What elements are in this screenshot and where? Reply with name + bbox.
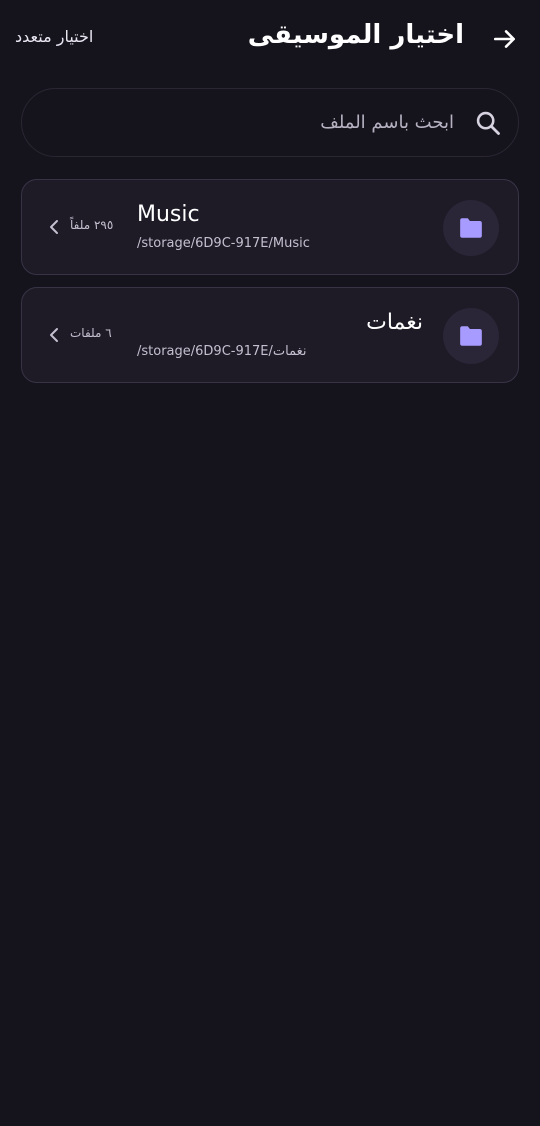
folder-name: Music: [137, 202, 200, 227]
folder-path: /storage/6D9C-917E/Music: [137, 236, 310, 251]
folder-list: Music /storage/6D9C-917E/Music ٢٩٥ ملفاً…: [21, 179, 519, 395]
folder-path: /storage/6D9C-917E/نغمات: [137, 344, 307, 359]
file-count: ٦ ملفات: [70, 326, 112, 340]
search-icon: [476, 111, 500, 135]
folder-avatar: [443, 308, 499, 364]
arrow-right-icon: [493, 30, 515, 48]
music-picker-screen: اختيار الموسيقى اختيار متعدد Music /stor…: [0, 0, 540, 1126]
folder-item-music[interactable]: Music /storage/6D9C-917E/Music ٢٩٥ ملفاً: [21, 179, 519, 275]
folder-icon: [460, 218, 482, 238]
folder-icon: [460, 326, 482, 346]
multi-select-button[interactable]: اختيار متعدد: [15, 27, 93, 46]
chevron-left-icon: [50, 220, 58, 234]
page-title: اختيار الموسيقى: [247, 20, 464, 50]
back-button[interactable]: [488, 22, 522, 56]
chevron-left-icon: [50, 328, 58, 342]
search-input[interactable]: [54, 89, 454, 156]
folder-avatar: [443, 200, 499, 256]
search-bar[interactable]: [21, 88, 519, 157]
folder-name: نغمات: [366, 310, 423, 335]
header: اختيار الموسيقى اختيار متعدد: [0, 0, 540, 80]
folder-item-ringtones[interactable]: نغمات /storage/6D9C-917E/نغمات ٦ ملفات: [21, 287, 519, 383]
file-count: ٢٩٥ ملفاً: [70, 218, 114, 232]
